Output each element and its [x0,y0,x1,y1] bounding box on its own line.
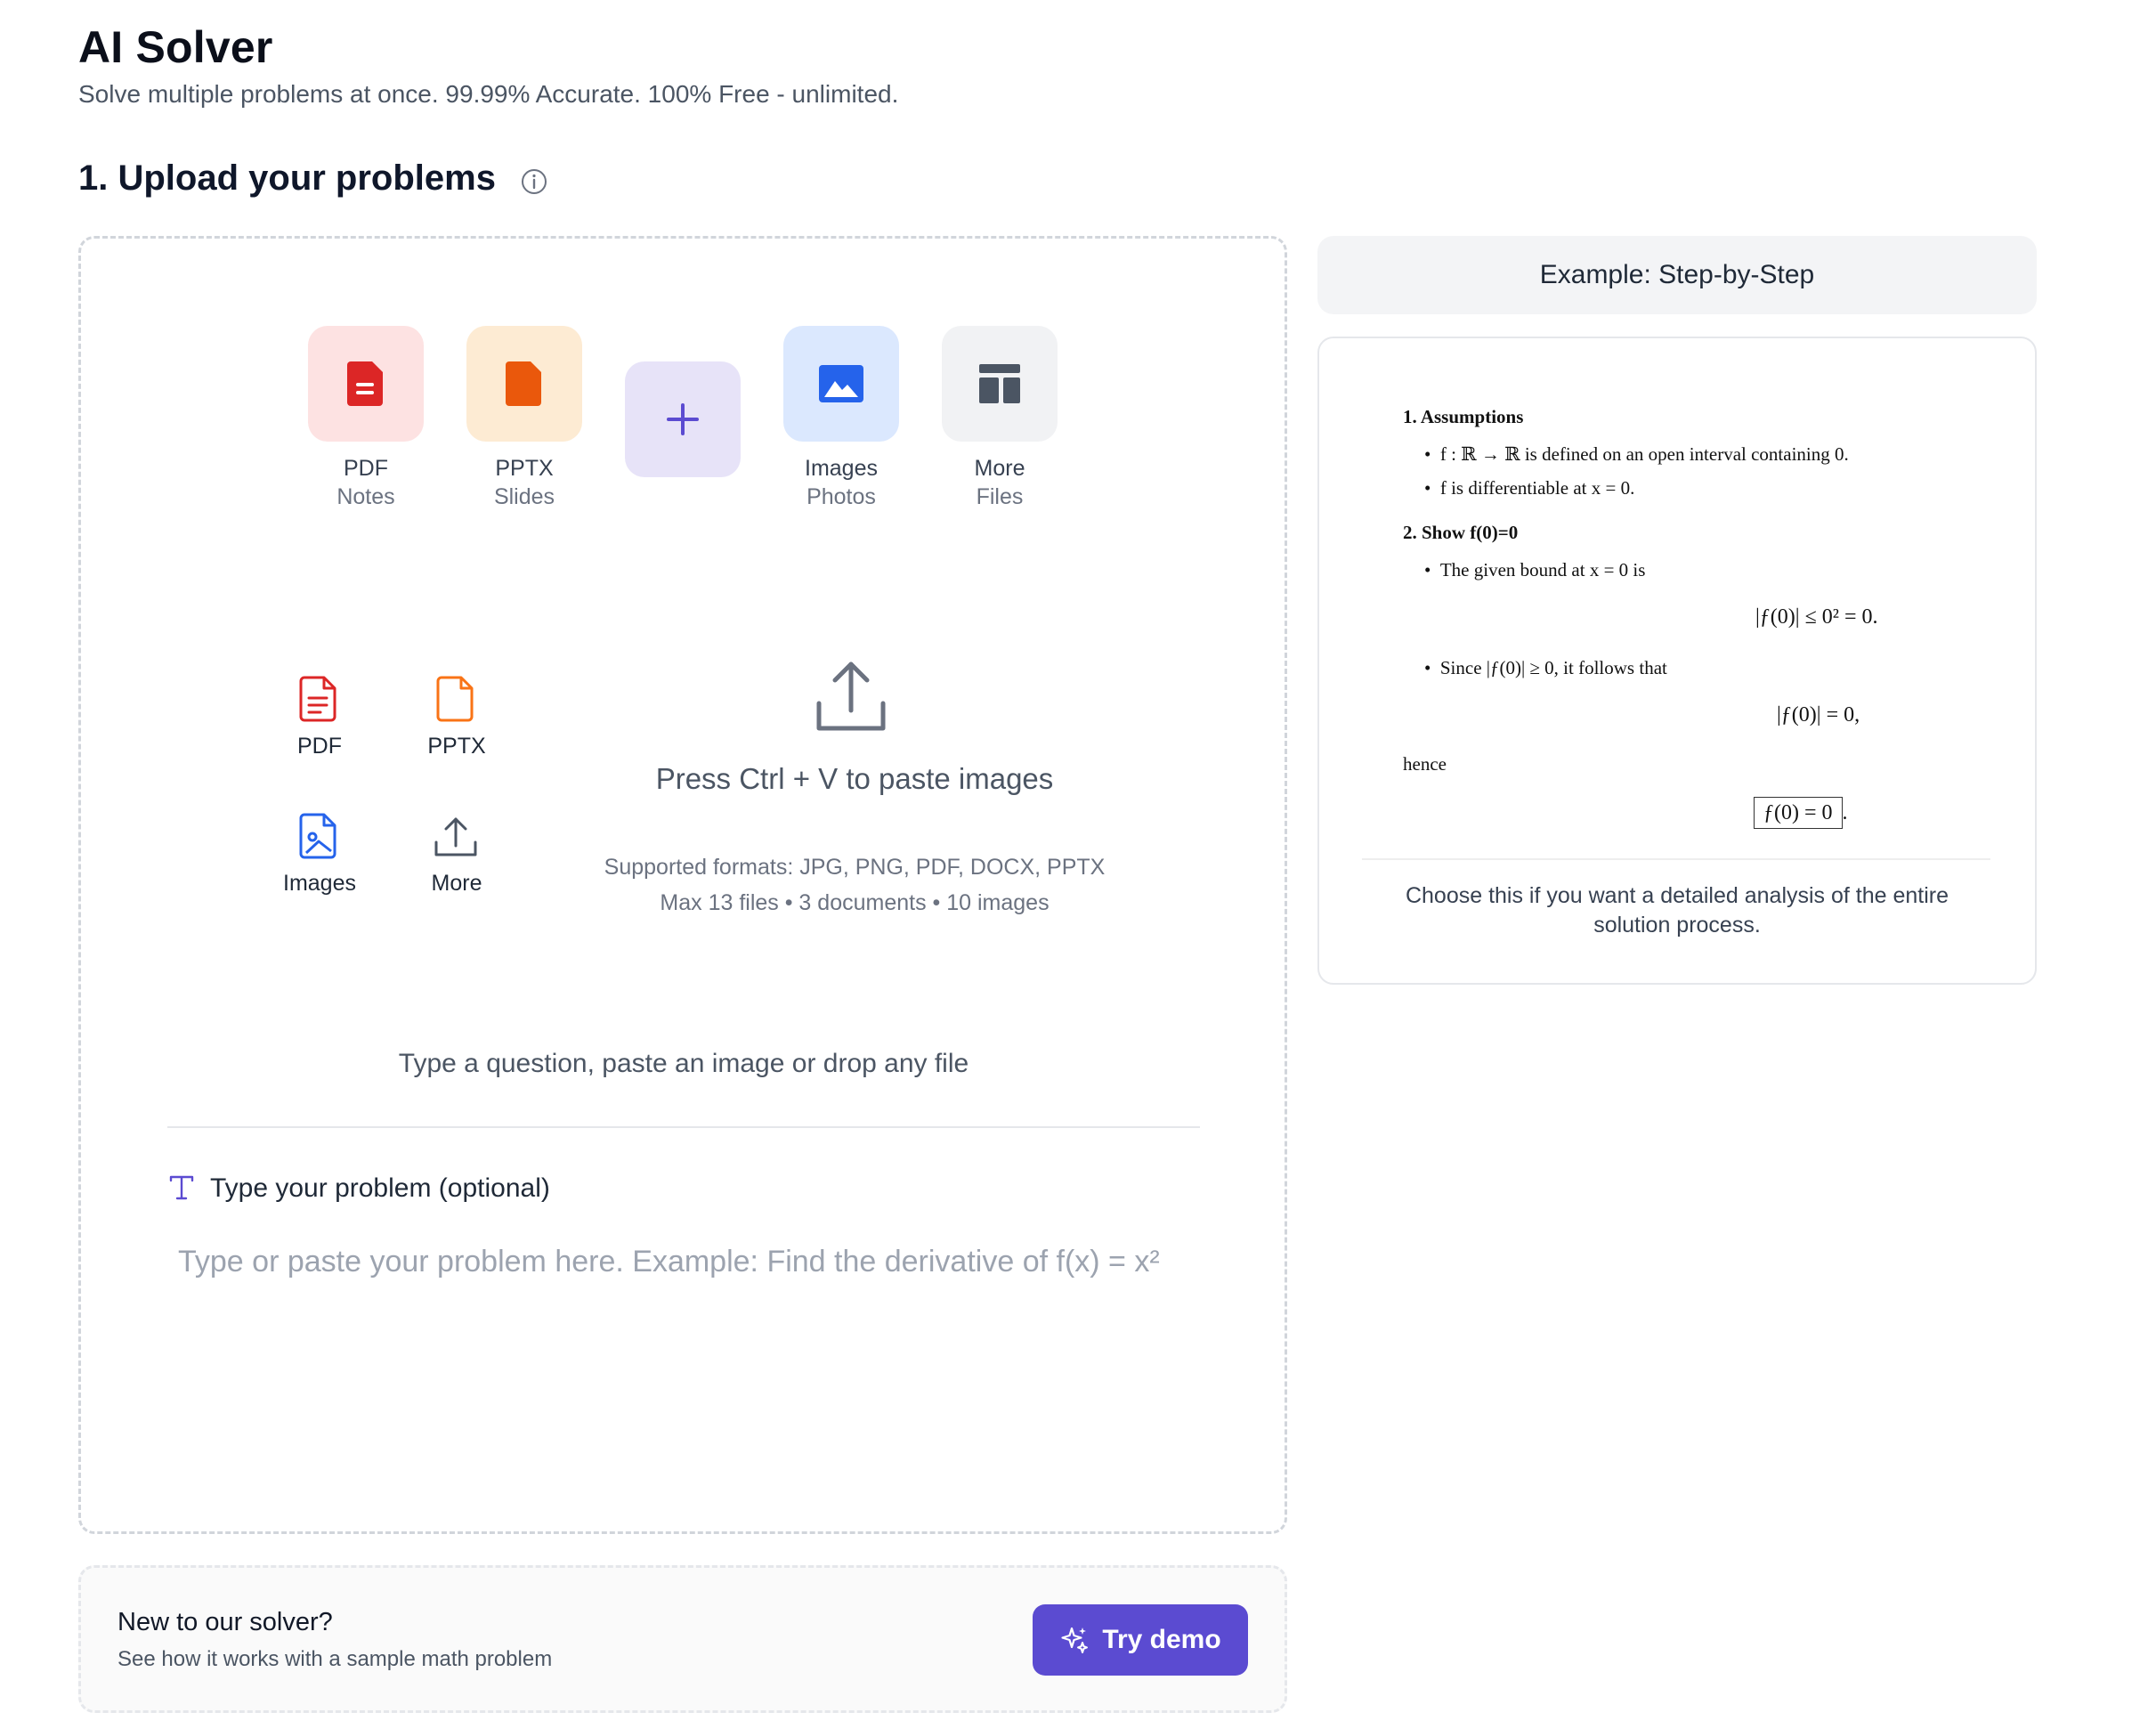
tile-pdf-label: PDF [344,456,388,481]
pdf-notes-button[interactable] [308,326,424,442]
divider [1362,858,1990,860]
format-pptx-label: PPTX [427,734,486,759]
pptx-slides-button[interactable] [466,326,582,442]
image-icon [819,365,863,402]
more-files-button[interactable] [942,326,1058,442]
try-demo-label: Try demo [1102,1625,1221,1654]
pptx-file-icon [506,361,541,406]
drop-hint: Type a question, paste an image or drop … [398,1049,969,1078]
example-heading-show: 2. Show f(0)=0 [1403,522,1519,543]
example-boxed-result: ƒ(0) = 0. [1754,797,1848,829]
demo-title: New to our solver? [118,1608,333,1636]
example-equation: |ƒ(0)| ≤ 0² = 0. [1755,605,1878,629]
images-photos-button[interactable] [783,326,899,442]
upload-limits: Max 13 files • 3 documents • 10 images [660,890,1050,915]
type-problem-label: Type your problem (optional) [210,1173,550,1203]
add-file-button[interactable] [625,361,741,477]
info-circle-icon[interactable] [520,167,548,196]
page-title: AI Solver [78,22,273,72]
upload-icon [816,662,886,731]
try-demo-button[interactable]: Try demo [1033,1604,1248,1676]
layout-icon [979,364,1020,403]
example-bullet-text: The given bound at x = 0 is [1439,559,1646,580]
example-bullet: • f is differentiable at x = 0. [1424,477,1635,499]
supported-formats: Supported formats: JPG, PNG, PDF, DOCX, … [604,855,1106,880]
upload-outline-icon [434,817,477,856]
example-bullet-text: Since |ƒ(0)| ≥ 0, it follows that [1439,657,1667,678]
example-tab[interactable]: Example: Step-by-Step [1317,236,2037,314]
example-hence: hence [1403,753,1447,775]
section-title: 1. Upload your problems [78,158,496,198]
pdf-file-icon [347,361,383,406]
page-subtitle: Solve multiple problems at once. 99.99% … [78,80,899,108]
pptx-outline-icon [436,676,474,722]
pdf-outline-icon [299,676,336,722]
format-pdf-label: PDF [297,734,342,759]
demo-subtitle: See how it works with a sample math prob… [118,1647,553,1671]
example-bullet-text: f is differentiable at x = 0. [1439,477,1635,499]
divider [167,1126,1200,1128]
tile-pptx-label: PPTX [495,456,554,481]
text-type-icon [169,1175,194,1200]
tile-images-sub: Photos [806,484,876,509]
tile-more-label: More [974,456,1025,481]
plus-icon [667,403,699,435]
problem-input[interactable] [178,1242,1175,1509]
image-file-outline-icon [299,813,336,859]
tile-pdf-sub: Notes [336,484,395,509]
equation-period: . [1842,801,1848,824]
example-caption: Choose this if you want a detailed analy… [1405,883,1949,938]
tile-images-label: Images [805,456,878,481]
format-images-label: Images [283,871,356,896]
format-more-label: More [431,871,482,896]
example-bullet: • Since |ƒ(0)| ≥ 0, it follows that [1424,657,1667,678]
tile-more-sub: Files [976,484,1024,509]
paste-instruction: Press Ctrl + V to paste images [655,762,1054,795]
tile-pptx-sub: Slides [493,484,555,509]
sparkles-icon [1061,1627,1089,1653]
example-bullet-text: f : ℝ → ℝ is defined on an open interval… [1439,443,1849,465]
example-bullet: • f : ℝ → ℝ is defined on an open interv… [1424,443,1849,465]
example-bullet: • The given bound at x = 0 is [1424,559,1646,580]
example-heading-assumptions: 1. Assumptions [1403,406,1524,427]
boxed-equation: ƒ(0) = 0 [1754,797,1843,829]
example-equation: |ƒ(0)| = 0, [1777,703,1860,727]
